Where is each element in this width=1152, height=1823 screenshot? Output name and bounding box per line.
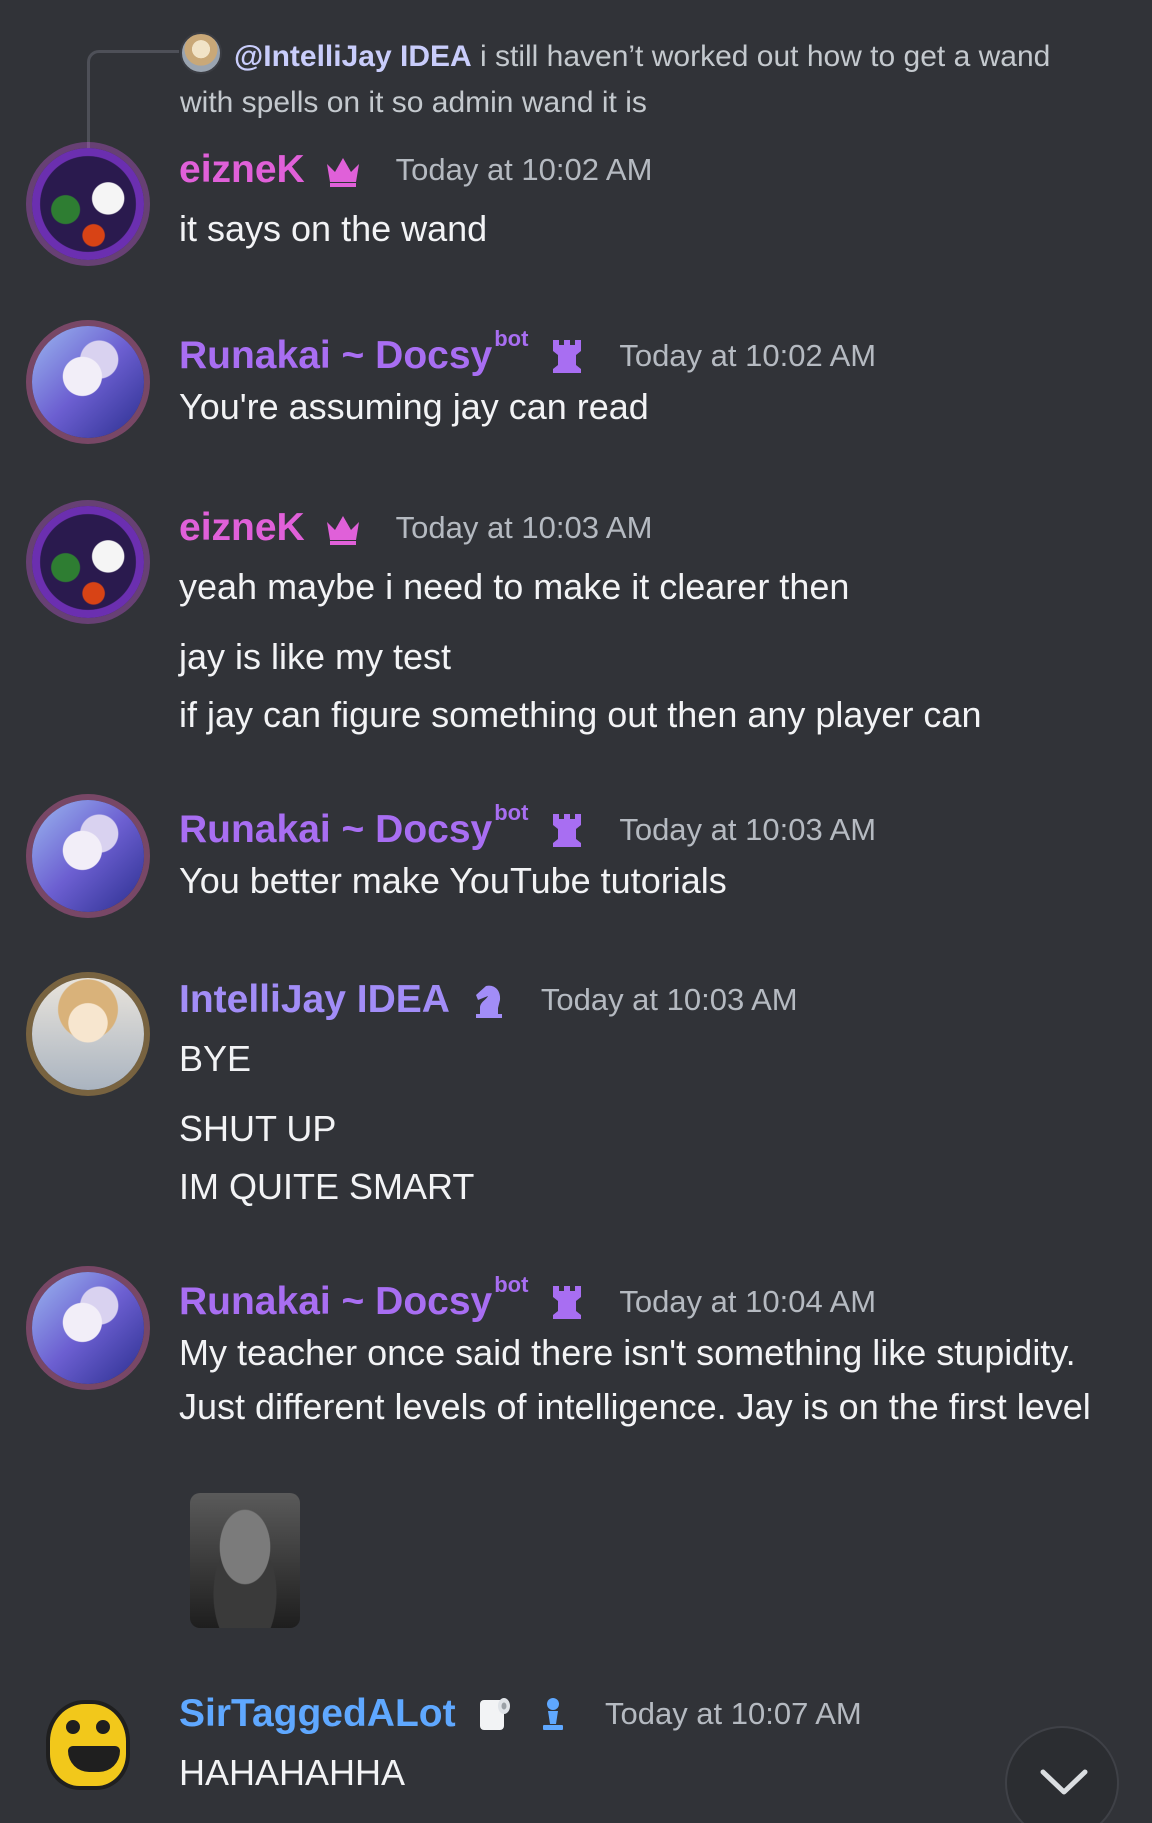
username[interactable]: Runakai ~ Docsy <box>179 334 492 377</box>
username[interactable]: Runakai ~ Docsy <box>179 808 492 851</box>
crown-icon <box>327 158 360 187</box>
message-text: HAHAHAHHA <box>179 1752 406 1793</box>
message-text: My teacher once said there isn't somethi… <box>179 1332 1091 1427</box>
rook-icon <box>552 813 581 847</box>
bot-tag: bot <box>494 326 529 351</box>
knight-icon <box>476 985 503 1018</box>
bot-tag: bot <box>494 1272 529 1297</box>
reply-preview[interactable]: @IntelliJay IDEA i still haven’t worked … <box>180 34 1060 126</box>
message-header: Runakai ~ Docsybot Today at 10:04 AM <box>179 1272 876 1332</box>
timestamp[interactable]: Today at 10:03 AM <box>619 812 876 847</box>
avatar-mouth <box>68 1746 120 1772</box>
message-header: eizneK Today at 10:03 AM <box>179 506 652 566</box>
avatar-face <box>46 1700 130 1790</box>
avatar[interactable] <box>32 978 144 1090</box>
message-text: SHUT UP <box>179 1108 337 1149</box>
chevron-down-icon <box>1040 1769 1088 1795</box>
toilet-paper-icon <box>480 1698 511 1730</box>
avatar[interactable] <box>32 326 144 438</box>
reply-spine <box>87 50 179 162</box>
timestamp[interactable]: Today at 10:03 AM <box>396 510 653 545</box>
message-text: yeah maybe i need to make it clearer the… <box>179 566 850 607</box>
avatar[interactable] <box>32 800 144 912</box>
rook-icon <box>552 1285 581 1319</box>
message-header: eizneK Today at 10:02 AM <box>179 148 652 208</box>
reply-reference[interactable]: @IntelliJay IDEA i still haven’t worked … <box>0 30 1152 162</box>
username[interactable]: eizneK <box>179 506 305 549</box>
avatar-eye <box>96 1720 110 1734</box>
message-header: Runakai ~ Docsybot Today at 10:02 AM <box>179 326 876 386</box>
jump-to-bottom-button[interactable] <box>1005 1726 1119 1823</box>
gigachad-emoji[interactable] <box>190 1493 300 1628</box>
pawn-icon <box>542 1698 563 1730</box>
username[interactable]: Runakai ~ Docsy <box>179 1280 492 1323</box>
message-text: You're assuming jay can read <box>179 386 649 427</box>
message-text: BYE <box>179 1038 252 1079</box>
message-text: You better make YouTube tutorials <box>179 860 727 901</box>
timestamp[interactable]: Today at 10:04 AM <box>619 1284 876 1319</box>
avatar[interactable] <box>32 1692 144 1804</box>
crown-icon <box>327 516 360 545</box>
message-text: jay is like my test <box>179 636 452 677</box>
username[interactable]: eizneK <box>179 148 305 191</box>
avatar[interactable] <box>32 1272 144 1384</box>
username[interactable]: IntelliJay IDEA <box>179 978 450 1021</box>
bot-tag: bot <box>494 800 529 825</box>
message-header: IntelliJay IDEA Today at 10:03 AM <box>179 978 798 1038</box>
avatar[interactable] <box>32 148 144 260</box>
avatar-eye <box>66 1720 80 1734</box>
avatar[interactable] <box>32 506 144 618</box>
rook-icon <box>552 339 581 373</box>
timestamp[interactable]: Today at 10:02 AM <box>396 152 653 187</box>
timestamp[interactable]: Today at 10:07 AM <box>605 1696 862 1731</box>
chat-message-list: @IntelliJay IDEA i still haven’t worked … <box>0 0 1152 1823</box>
timestamp[interactable]: Today at 10:03 AM <box>541 982 798 1017</box>
message-text: it says on the wand <box>179 208 488 249</box>
timestamp[interactable]: Today at 10:02 AM <box>619 338 876 373</box>
message-text: IM QUITE SMART <box>179 1166 475 1207</box>
message-header: SirTaggedALot Today at 10:07 AM <box>179 1692 862 1752</box>
username[interactable]: SirTaggedALot <box>179 1692 456 1735</box>
message-text: if jay can figure something out then any… <box>179 694 982 735</box>
message-header: Runakai ~ Docsybot Today at 10:03 AM <box>179 800 876 860</box>
reply-mention[interactable]: @IntelliJay IDEA <box>234 40 472 73</box>
